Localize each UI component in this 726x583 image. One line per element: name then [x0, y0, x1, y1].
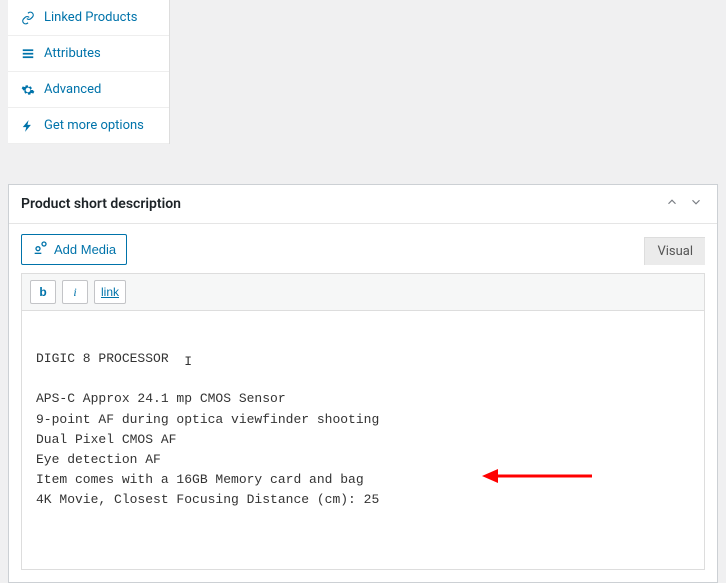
metabox-header: Product short description: [9, 185, 717, 224]
short-description-textarea[interactable]: DIGIC 8 PROCESSOR I APS-C Approx 24.1 mp…: [21, 311, 705, 570]
bold-button[interactable]: b: [30, 280, 56, 304]
gear-icon: [20, 83, 36, 97]
toggle-up-icon[interactable]: [663, 195, 681, 213]
add-media-label: Add Media: [54, 242, 116, 257]
sidebar-item-label: Linked Products: [44, 10, 137, 25]
sidebar-item-label: Get more options: [44, 118, 144, 133]
text-caret: I: [184, 352, 185, 366]
tab-visual[interactable]: Visual: [644, 237, 705, 265]
editor-toolbar-row: Add Media Visual: [9, 224, 717, 265]
editor-line: DIGIC 8 PROCESSOR: [36, 351, 169, 366]
link-icon: [20, 11, 36, 25]
sidebar-item-attributes[interactable]: Attributes: [8, 36, 169, 72]
sidebar-item-linked-products[interactable]: Linked Products: [8, 0, 169, 36]
media-icon: [32, 240, 48, 259]
bolt-icon: [20, 119, 36, 133]
editor-mode-tabs: Visual: [644, 237, 705, 265]
editor-line: APS-C Approx 24.1 mp CMOS Sensor: [36, 391, 286, 406]
editor-line: Item comes with a 16GB Memory card and b…: [36, 472, 364, 487]
metabox-toggle-controls: [663, 195, 705, 213]
text-format-toolbar: b i link: [21, 273, 705, 311]
add-media-button[interactable]: Add Media: [21, 234, 127, 265]
sidebar-item-label: Attributes: [44, 46, 101, 61]
product-data-sidebar: Linked Products Attributes Advanced Get …: [8, 0, 170, 144]
editor-line: 9-point AF during optica viewfinder shoo…: [36, 412, 379, 427]
toggle-down-icon[interactable]: [687, 195, 705, 213]
italic-button[interactable]: i: [62, 280, 88, 304]
link-button[interactable]: link: [94, 280, 126, 304]
short-description-metabox: Product short description Add Media Visu…: [8, 184, 718, 583]
list-icon: [20, 47, 36, 61]
editor-line: Eye detection AF: [36, 452, 161, 467]
sidebar-item-get-more-options[interactable]: Get more options: [8, 108, 169, 144]
annotation-arrow: [482, 466, 592, 486]
sidebar-item-advanced[interactable]: Advanced: [8, 72, 169, 108]
metabox-title: Product short description: [21, 196, 181, 212]
sidebar-item-label: Advanced: [44, 82, 101, 97]
editor-line: Dual Pixel CMOS AF: [36, 432, 176, 447]
